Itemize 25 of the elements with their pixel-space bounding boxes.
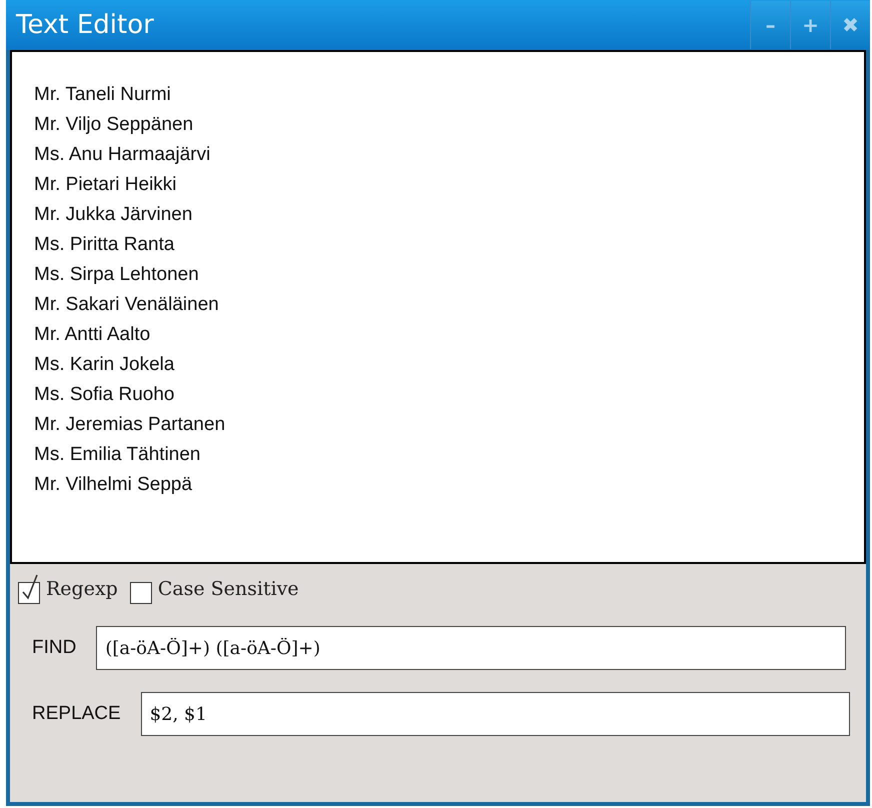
text-line: Mr. Jeremias Partanen <box>34 413 226 437</box>
field-label: FIND <box>32 637 76 659</box>
text-line: Ms. Karin Jokela <box>34 353 174 377</box>
minimize-button[interactable]: – <box>750 1 790 49</box>
text-line: Mr. Sakari Venäläinen <box>34 293 219 317</box>
text-line: Mr. Viljo Seppänen <box>34 113 194 137</box>
replace-field[interactable]: $2, $1 <box>140 692 850 736</box>
field-label: REPLACE <box>32 703 121 725</box>
checkbox-label: Case Sensitive <box>158 578 299 600</box>
text-line: Ms. Emilia Tähtinen <box>34 443 200 467</box>
text-line: Mr. Jukka Järvinen <box>34 203 192 227</box>
checkbox[interactable] <box>18 574 40 604</box>
text-line: Ms. Sofia Ruoho <box>34 383 174 407</box>
close-button[interactable]: ✖ <box>830 1 870 49</box>
checkbox-label: Regexp <box>46 578 118 600</box>
maximize-button[interactable]: + <box>790 1 830 49</box>
text-line: Mr. Taneli Nurmi <box>34 83 171 107</box>
text-line: Ms. Sirpa Lehtonen <box>34 263 199 287</box>
window-title: Text Editor <box>16 10 155 40</box>
text-line: Ms. Anu Harmaajärvi <box>34 143 210 167</box>
text-area[interactable] <box>10 50 866 564</box>
text-line: Mr. Vilhelmi Seppä <box>34 473 192 497</box>
text-line: Ms. Piritta Ranta <box>34 233 174 257</box>
text-line: Mr. Antti Aalto <box>34 323 150 347</box>
text-line: Mr. Pietari Heikki <box>34 173 177 197</box>
